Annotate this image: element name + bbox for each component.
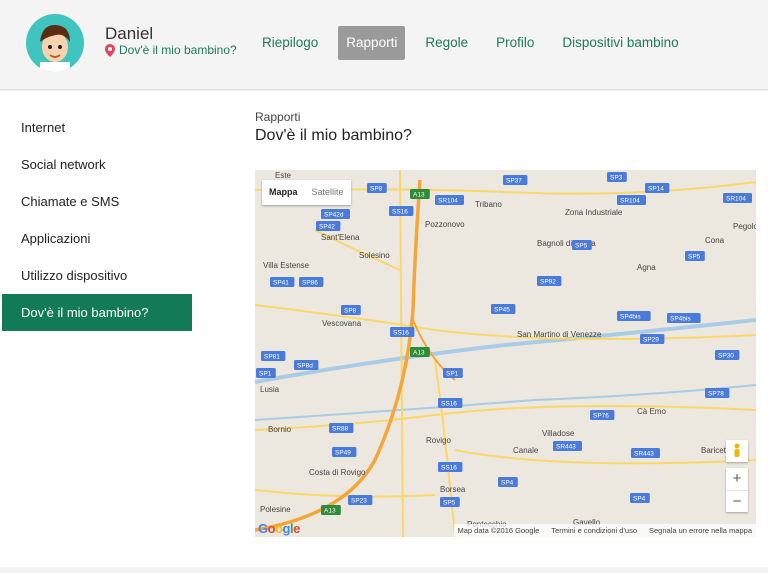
- road-shield-label: SP78: [708, 391, 724, 398]
- location-pin-icon: [105, 43, 115, 57]
- google-logo: Google: [258, 521, 300, 536]
- map-place-label: Tribano: [475, 200, 502, 209]
- road-shield-label: SP49: [335, 450, 351, 457]
- nav-profilo[interactable]: Profilo: [488, 26, 542, 60]
- road-shield-label: A13: [324, 508, 336, 515]
- child-location-label: Dov'è il mio bambino?: [119, 43, 237, 57]
- road-shield-label: SP92: [540, 279, 556, 286]
- road-shield-label: SP14: [648, 186, 664, 193]
- road-shield-label: SR443: [556, 444, 576, 451]
- map-canvas[interactable]: Este Tribano Zona Industriale Pegolotte Pozz…: [255, 170, 756, 537]
- child-location-link[interactable]: Dov'è il mio bambino?: [105, 43, 237, 57]
- nav-rapporti[interactable]: Rapporti: [338, 26, 406, 60]
- road-shield-label: SP30: [718, 353, 734, 360]
- location-map[interactable]: Este Tribano Zona Industriale Pegolotte Pozz…: [255, 170, 756, 537]
- road-shield-label: SP4bis: [670, 316, 691, 323]
- map-place-label: Polesine: [260, 505, 291, 514]
- map-place-label: Este: [275, 171, 292, 180]
- map-place-label: Pozzonovo: [425, 220, 465, 229]
- sidebar: Internet Social network Chiamate e SMS A…: [2, 109, 192, 331]
- road-shield-label: SP4bis: [620, 314, 641, 321]
- road-shield-label: SP41: [273, 280, 289, 287]
- road-shield-label: SR104: [620, 198, 640, 205]
- road-shield-label: SP1: [259, 371, 272, 378]
- road-shield-label: SP42: [319, 224, 335, 231]
- road-shield-label: SR88: [332, 426, 349, 433]
- road-shield-label: SP37: [506, 178, 522, 185]
- breadcrumb: Rapporti: [255, 110, 301, 124]
- map-place-label: Villa Estense: [263, 261, 310, 270]
- sidebar-item-dove-bambino[interactable]: Dov'è il mio bambino?: [2, 294, 192, 331]
- map-attribution: Map data ©2016 Google: [457, 526, 540, 535]
- sidebar-item-internet[interactable]: Internet: [2, 109, 192, 146]
- road-shield-label: SP5: [688, 254, 701, 261]
- pegman-icon: [734, 443, 740, 457]
- map-place-label: Solesino: [359, 251, 390, 260]
- map-place-label: Rovigo: [426, 436, 451, 445]
- zoom-in-button[interactable]: +: [726, 468, 748, 490]
- map-place-label: Zona Industriale: [565, 208, 623, 217]
- sidebar-item-social-network[interactable]: Social network: [2, 146, 192, 183]
- sidebar-item-chiamate-sms[interactable]: Chiamate e SMS: [2, 183, 192, 220]
- road-shield-label: SP81: [264, 354, 280, 361]
- user-name: Daniel: [105, 24, 154, 43]
- map-type-toggle: Mappa Satellite: [262, 180, 351, 205]
- map-place-label: Canale: [513, 446, 539, 455]
- map-place-label: Villadose: [542, 429, 575, 438]
- map-place-label: Sant'Elena: [321, 233, 360, 242]
- top-nav: Riepilogo Rapporti Regole Profilo Dispos…: [254, 26, 699, 60]
- map-place-label: Pegolotte: [733, 222, 756, 231]
- map-place-label: Cà Emo: [637, 407, 666, 416]
- nav-regole[interactable]: Regole: [417, 26, 476, 60]
- map-place-label: Vescovana: [322, 319, 362, 328]
- map-place-label: Costa di Rovigo: [309, 468, 366, 477]
- nav-dispositivi-bambino[interactable]: Dispositivi bambino: [554, 26, 686, 60]
- road-shield-label: SS16: [441, 401, 457, 408]
- road-shield-label: SP42d: [324, 212, 344, 219]
- avatar[interactable]: [26, 14, 84, 72]
- road-shield-label: SP4: [501, 480, 514, 487]
- road-shield-label: SP4: [633, 496, 646, 503]
- road-shield-label: A13: [413, 192, 425, 199]
- map-type-satellite[interactable]: Satellite: [305, 180, 351, 205]
- road-shield-label: SR443: [634, 451, 654, 458]
- map-place-label: Borsea: [440, 485, 466, 494]
- zoom-control: + −: [726, 468, 748, 512]
- main-content: Internet Social network Chiamate e SMS A…: [0, 91, 768, 567]
- road-shield-label: SP8d: [297, 363, 313, 370]
- road-shield-label: SP1: [446, 371, 459, 378]
- map-place-label: Cona: [705, 236, 725, 245]
- road-shield-label: SS16: [392, 209, 408, 216]
- page-title: Dov'è il mio bambino?: [255, 127, 412, 144]
- road-shield-label: SP5: [575, 243, 588, 250]
- map-report-error-link[interactable]: Segnala un errore nella mappa: [649, 524, 752, 537]
- app-header: Daniel Dov'è il mio bambino? Riepilogo R…: [0, 0, 768, 90]
- road-shield-label: SR104: [726, 196, 746, 203]
- road-shield-label: SS16: [441, 465, 457, 472]
- road-shield-label: SP3: [610, 175, 623, 182]
- road-shield-label: SP23: [351, 498, 367, 505]
- road-shield-label: SP5: [443, 500, 456, 507]
- sidebar-item-utilizzo-dispositivo[interactable]: Utilizzo dispositivo: [2, 257, 192, 294]
- map-place-label: Lusia: [260, 385, 280, 394]
- street-view-pegman[interactable]: [726, 440, 748, 462]
- road-shield-label: SP45: [494, 307, 510, 314]
- map-place-label: Agna: [637, 263, 656, 272]
- zoom-out-button[interactable]: −: [726, 490, 748, 512]
- map-footer: Map data ©2016 Google Termini e condizio…: [453, 524, 756, 537]
- road-shield-label: SS16: [393, 330, 409, 337]
- road-shield-label: A13: [413, 350, 425, 357]
- road-shield-label: SR104: [438, 198, 458, 205]
- road-shield-label: SP76: [593, 413, 609, 420]
- road-shield-label: SP86: [302, 280, 318, 287]
- map-terms-link[interactable]: Termini e condizioni d'uso: [551, 524, 637, 537]
- map-place-label: San Martino di Venezze: [517, 330, 602, 339]
- map-type-map[interactable]: Mappa: [262, 180, 305, 205]
- road-shield-label: SP8: [370, 186, 383, 193]
- road-shield-label: SP8: [344, 308, 357, 315]
- sidebar-item-applicazioni[interactable]: Applicazioni: [2, 220, 192, 257]
- map-place-label: Bornio: [268, 425, 292, 434]
- road-shield-label: SP29: [643, 337, 659, 344]
- nav-riepilogo[interactable]: Riepilogo: [254, 26, 326, 60]
